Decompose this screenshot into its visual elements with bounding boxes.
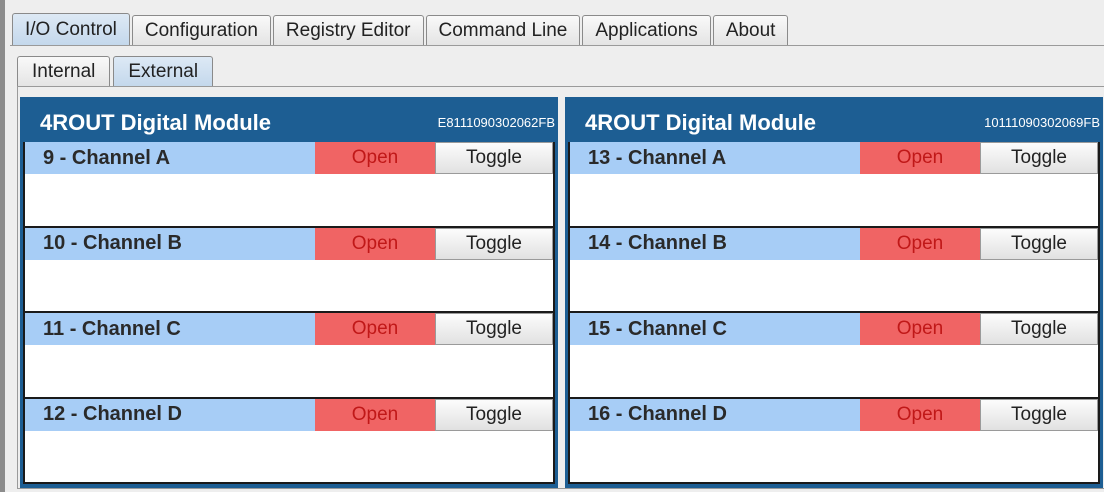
channel-bar: 12 - Channel D Open Toggle	[25, 398, 553, 431]
channel-row: 13 - Channel A Open Toggle	[568, 142, 1100, 228]
tab-about[interactable]: About	[712, 15, 789, 45]
module-serial: 10111090302069FB	[984, 115, 1100, 130]
toggle-button[interactable]: Toggle	[980, 227, 1098, 260]
tab-applications[interactable]: Applications	[582, 15, 711, 45]
channel-state-indicator: Open	[860, 313, 980, 345]
channel-bar: 13 - Channel A Open Toggle	[570, 142, 1098, 174]
tab-command-line[interactable]: Command Line	[425, 15, 581, 45]
channel-row: 15 - Channel C Open Toggle	[568, 313, 1100, 399]
tab-divider	[10, 45, 1104, 46]
channel-state-indicator: Open	[315, 313, 435, 345]
toggle-button[interactable]: Toggle	[435, 398, 553, 431]
main-tab-bar: I/O Control Configuration Registry Edito…	[12, 13, 790, 45]
channel-state-indicator: Open	[860, 142, 980, 174]
toggle-button[interactable]: Toggle	[435, 313, 553, 345]
channel-state-indicator: Open	[860, 398, 980, 431]
app-window: I/O Control Configuration Registry Edito…	[0, 0, 1104, 492]
channel-bar: 15 - Channel C Open Toggle	[570, 313, 1098, 345]
module-panel-1: 4ROUT Digital Module E8111090302062FB 9 …	[20, 97, 558, 488]
toggle-button[interactable]: Toggle	[980, 398, 1098, 431]
module-panel-2: 4ROUT Digital Module 10111090302069FB 13…	[565, 97, 1103, 488]
module-serial: E8111090302062FB	[437, 115, 555, 130]
channel-row: 9 - Channel A Open Toggle	[23, 142, 555, 228]
channel-name: 10 - Channel B	[43, 232, 182, 254]
channel-row: 14 - Channel B Open Toggle	[568, 227, 1100, 313]
module-title: 4ROUT Digital Module	[585, 109, 816, 135]
channel-bar: 10 - Channel B Open Toggle	[25, 227, 553, 260]
module-header: 4ROUT Digital Module 10111090302069FB	[568, 97, 1100, 142]
channel-name: 11 - Channel C	[43, 317, 181, 340]
channel-name: 15 - Channel C	[588, 317, 727, 340]
channel-bar: 14 - Channel B Open Toggle	[570, 227, 1098, 260]
channel-state-indicator: Open	[315, 398, 435, 431]
channel-bar: 11 - Channel C Open Toggle	[25, 313, 553, 345]
channel-bar: 9 - Channel A Open Toggle	[25, 142, 553, 174]
module-header: 4ROUT Digital Module E8111090302062FB	[23, 97, 555, 142]
channel-state-indicator: Open	[315, 142, 435, 174]
tab-internal[interactable]: Internal	[17, 56, 111, 86]
sub-tab-bar: Internal External	[17, 56, 216, 86]
channel-name: 16 - Channel D	[588, 403, 727, 425]
toggle-button[interactable]: Toggle	[980, 142, 1098, 174]
module-title: 4ROUT Digital Module	[40, 109, 271, 135]
channel-name: 12 - Channel D	[43, 403, 182, 425]
tab-registry-editor[interactable]: Registry Editor	[272, 15, 424, 45]
channel-row: 16 - Channel D Open Toggle	[568, 398, 1100, 484]
toggle-button[interactable]: Toggle	[435, 142, 553, 174]
tab-io-control[interactable]: I/O Control	[12, 13, 130, 45]
channel-name: 14 - Channel B	[588, 232, 727, 254]
channel-state-indicator: Open	[315, 227, 435, 260]
channel-name: 13 - Channel A	[588, 146, 727, 169]
toggle-button[interactable]: Toggle	[435, 227, 553, 260]
tab-external[interactable]: External	[113, 56, 214, 86]
channel-row: 11 - Channel C Open Toggle	[23, 313, 555, 399]
channel-state-indicator: Open	[860, 227, 980, 260]
channel-row: 10 - Channel B Open Toggle	[23, 227, 555, 313]
toggle-button[interactable]: Toggle	[980, 313, 1098, 345]
channel-row: 12 - Channel D Open Toggle	[23, 398, 555, 484]
channel-bar: 16 - Channel D Open Toggle	[570, 398, 1098, 431]
tab-configuration[interactable]: Configuration	[131, 15, 271, 45]
channel-name: 9 - Channel A	[43, 146, 171, 169]
